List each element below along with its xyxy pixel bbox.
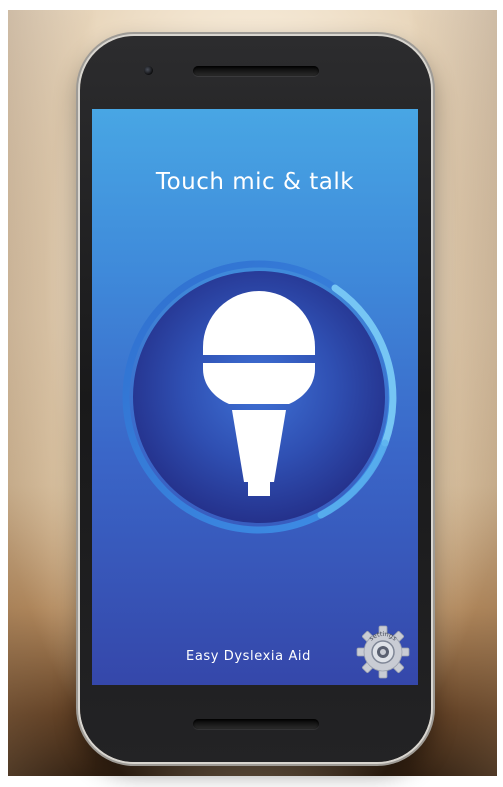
microphone-icon: [122, 260, 397, 534]
phone-frame: Touch mic & talk Easy Dyslexia Aid setti…: [80, 36, 431, 762]
earpiece-speaker: [193, 66, 319, 76]
app-name-label: Easy Dyslexia Aid: [186, 649, 311, 664]
mic-button[interactable]: [121, 259, 397, 535]
app-screen: Touch mic & talk Easy Dyslexia Aid setti…: [92, 109, 418, 685]
front-camera: [144, 66, 153, 75]
settings-button[interactable]: settings: [356, 625, 410, 679]
gear-icon: settings: [356, 625, 410, 679]
page-title: Touch mic & talk: [155, 169, 355, 195]
bottom-speaker: [193, 719, 319, 729]
